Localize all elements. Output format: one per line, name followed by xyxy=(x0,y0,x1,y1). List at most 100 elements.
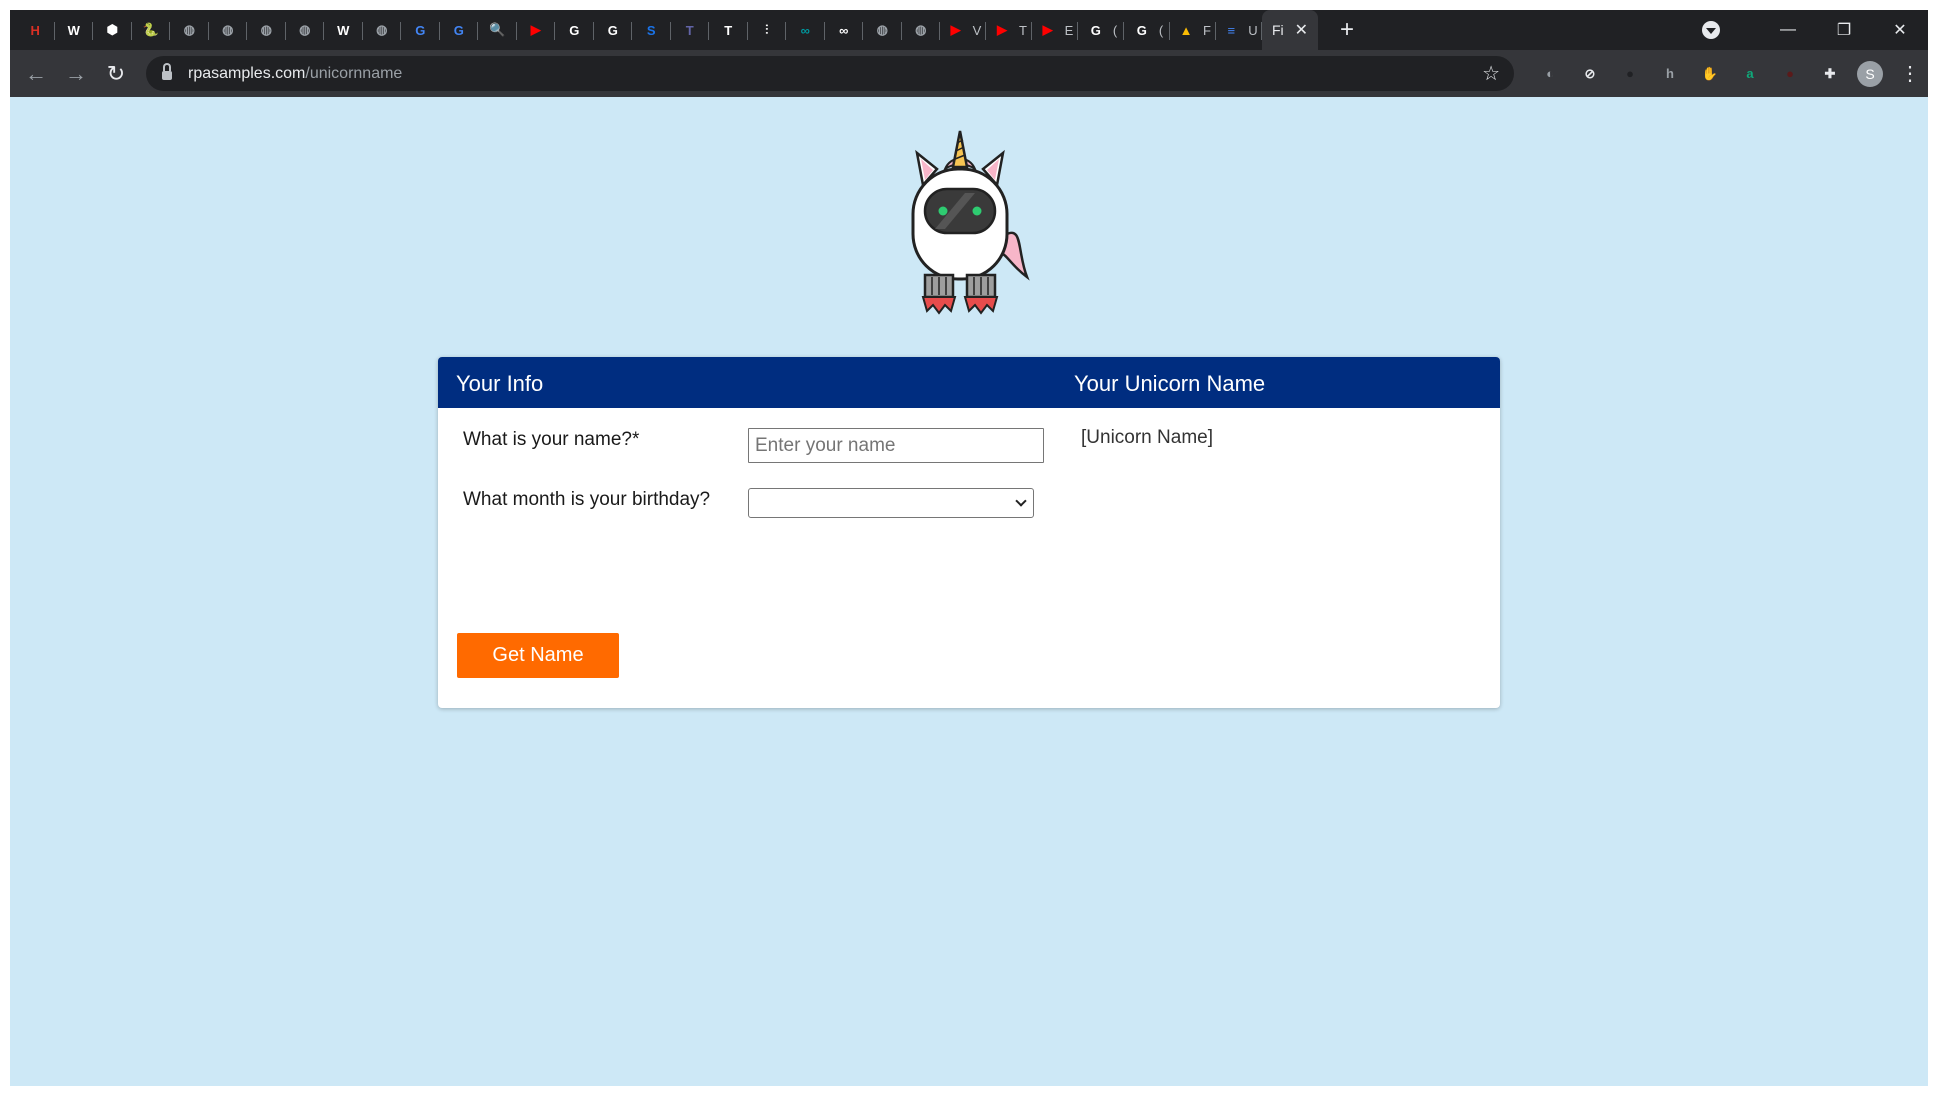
browser-tab[interactable]: G xyxy=(555,10,594,50)
browser-tab[interactable]: ▶ T xyxy=(986,10,1032,50)
tab-search-icon[interactable] xyxy=(1702,21,1720,39)
your-info-heading: Your Info xyxy=(456,371,544,396)
back-arrow-icon[interactable]: ← xyxy=(16,61,56,87)
browser-tab[interactable]: G( xyxy=(1124,10,1170,50)
minimize-button[interactable]: — xyxy=(1760,21,1816,39)
browser-tab[interactable]: ◍ xyxy=(247,10,286,50)
more-vert-icon: ⋮ xyxy=(1900,63,1920,85)
browser-tab[interactable]: ◍ xyxy=(286,10,324,50)
browser-tab[interactable]: 🔍 xyxy=(478,10,517,50)
infinity-teal-icon: ∞ xyxy=(800,22,810,38)
unicorn-robot-logo xyxy=(911,130,1030,315)
extension-button[interactable]: ✚ xyxy=(1810,63,1850,85)
bookmark-star-icon[interactable]: ☆ xyxy=(1482,61,1500,86)
restore-button[interactable]: ❐ xyxy=(1816,20,1872,40)
hand-icon: ✋ xyxy=(1701,65,1719,81)
globe-icon: ◍ xyxy=(376,22,388,37)
chrome-ext-icon: ◐ xyxy=(1546,66,1554,81)
extension-button[interactable]: ✋ xyxy=(1690,63,1730,85)
youtube-icon: ▶ xyxy=(997,22,1008,37)
browser-tab[interactable]: ▶ V xyxy=(940,10,986,50)
close-window-button[interactable]: ✕ xyxy=(1872,20,1928,40)
globe-icon: ◍ xyxy=(183,22,195,37)
browser-tab[interactable]: ⫶ xyxy=(748,10,786,50)
translate-icon: G xyxy=(415,22,426,38)
h-hexagon-icon: H xyxy=(30,22,40,38)
extension-button[interactable]: ⊘ xyxy=(1570,63,1610,85)
lock-icon[interactable] xyxy=(162,62,172,80)
name-input[interactable] xyxy=(748,428,1044,463)
browser-tab[interactable]: ▶ xyxy=(517,10,555,50)
youtube-icon: ▶ xyxy=(1042,22,1053,37)
url-domain: rpasamples.com xyxy=(188,64,306,82)
tab-title: F xyxy=(1203,22,1211,38)
browser-tab[interactable]: S xyxy=(632,10,671,50)
wordpress-icon: W xyxy=(67,22,80,38)
browser-tab[interactable]: 🐍 xyxy=(132,10,170,50)
extension-button[interactable]: ● xyxy=(1770,63,1810,85)
birthday-month-select[interactable] xyxy=(748,488,1034,518)
white-hexagon-icon: ⬢ xyxy=(106,22,118,37)
browser-tab[interactable]: ◍ xyxy=(863,10,902,50)
new-tab-button[interactable]: + xyxy=(1332,16,1362,44)
browser-tab[interactable]: G xyxy=(401,10,440,50)
infinity-icon: ∞ xyxy=(839,22,849,38)
browser-tab[interactable]: H xyxy=(16,10,55,50)
extensions-area: ◐ ⊘ ● h ✋ a ● ✚ S ⋮ xyxy=(1530,50,1930,97)
left-thruster xyxy=(921,296,957,315)
extension-button[interactable]: ◐ xyxy=(1530,63,1570,85)
right-thruster xyxy=(963,296,999,315)
menu-button[interactable]: ⋮ xyxy=(1890,61,1930,86)
browser-tab[interactable]: G xyxy=(594,10,632,50)
google-drive-icon: ▲ xyxy=(1179,22,1193,38)
tab-strip: H W ⬢ 🐍 ◍ ◍ ◍ ◍ W ◍ G G 🔍 ▶ G G S T T ⫶ ∞ ∞ ◍ ◍ ▶ V ▶ T ▶ E G(G(▲ F ≡ U Fi… xyxy=(10,10,1928,50)
active-tab[interactable]: Fi ✕ xyxy=(1262,10,1318,50)
tab-list: H W ⬢ 🐍 ◍ ◍ ◍ ◍ W ◍ G G 🔍 ▶ G G S T T ⫶ ∞ ∞ ◍ ◍ ▶ V ▶ T ▶ E G(G(▲ F ≡ U Fi… xyxy=(16,10,1362,50)
browser-tab[interactable]: ◍ xyxy=(209,10,247,50)
browser-tab[interactable]: W xyxy=(55,10,93,50)
s-icon: S xyxy=(646,22,656,38)
browser-tab[interactable]: ▶ E xyxy=(1032,10,1078,50)
a-ext-icon: a xyxy=(1746,66,1754,81)
browser-tab[interactable]: T xyxy=(671,10,709,50)
nav-buttons: ← → ↻ xyxy=(16,50,136,97)
profile-button[interactable]: S xyxy=(1850,60,1890,87)
browser-tab[interactable]: ◍ xyxy=(363,10,401,50)
close-tab-icon[interactable]: ✕ xyxy=(1295,20,1308,40)
browser-tab[interactable]: ◍ xyxy=(170,10,209,50)
globe-icon: ◍ xyxy=(915,22,927,37)
get-name-button[interactable]: Get Name xyxy=(457,633,619,678)
tab-title: V xyxy=(972,22,982,38)
browser-tab[interactable]: ⬢ xyxy=(93,10,132,50)
browser-tab[interactable]: ∞ xyxy=(786,10,825,50)
wordpress-icon: W xyxy=(337,22,350,38)
google-icon: G xyxy=(1090,22,1101,38)
google-icon: G xyxy=(569,22,580,38)
browser-tab[interactable]: T xyxy=(709,10,748,50)
browser-tab[interactable]: W xyxy=(324,10,363,50)
chevron-down-icon xyxy=(1015,495,1027,507)
browser-tab[interactable]: ◍ xyxy=(902,10,940,50)
browser-tab[interactable]: ≡ U xyxy=(1216,10,1262,50)
dark-circle-icon: ● xyxy=(1786,66,1794,81)
browser-tab[interactable]: ▲ F xyxy=(1170,10,1216,50)
youtube-icon: ▶ xyxy=(950,22,961,37)
browser-tab[interactable]: ∞ xyxy=(825,10,863,50)
browser-tab[interactable]: G xyxy=(440,10,478,50)
globe-icon: ◍ xyxy=(876,22,888,37)
extension-button[interactable]: a xyxy=(1730,63,1770,85)
magnifier-icon: 🔍 xyxy=(489,22,506,37)
forward-arrow-icon[interactable]: → xyxy=(56,61,96,87)
url-text[interactable]: rpasamples.com/unicornname xyxy=(188,65,402,83)
name-question-label: What is your name?* xyxy=(463,429,640,450)
birthday-month-label: What month is your birthday? xyxy=(463,489,711,510)
globe-icon: ◍ xyxy=(299,22,311,37)
address-bar[interactable]: rpasamples.com/unicornname ☆ xyxy=(146,56,1514,91)
browser-tab[interactable]: G( xyxy=(1078,10,1124,50)
browser-toolbar: ← → ↻ rpasamples.com/unicornname ☆ ◐ ⊘ ● h ✋… xyxy=(10,50,1928,97)
extension-button[interactable]: ● xyxy=(1610,63,1650,85)
puzzle-icon: ✚ xyxy=(1824,65,1836,81)
extension-button[interactable]: h xyxy=(1650,63,1690,85)
block-icon: ⊘ xyxy=(1584,65,1596,81)
reload-icon[interactable]: ↻ xyxy=(96,61,136,87)
